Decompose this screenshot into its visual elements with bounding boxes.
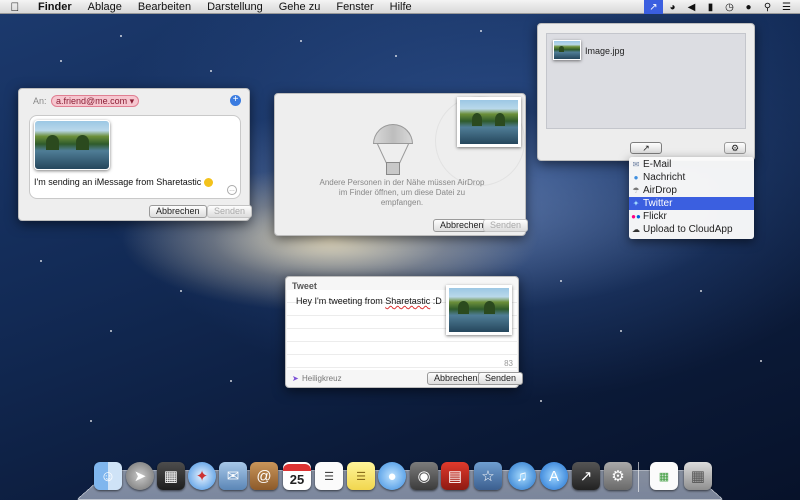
share-menu-item-label: E-Mail bbox=[643, 159, 672, 170]
file-drop-area[interactable]: Image.jpg bbox=[546, 33, 746, 129]
share-menu-item-label: Nachricht bbox=[643, 172, 686, 183]
app-store-dock-icon[interactable]: A bbox=[540, 462, 568, 490]
message-text: I'm sending an iMessage from Sharetastic bbox=[34, 177, 213, 188]
share-file-panel: Image.jpg ↗ ⚙ bbox=[537, 23, 755, 161]
message-field[interactable]: I'm sending an iMessage from Sharetastic… bbox=[29, 115, 241, 199]
flickr-icon: ● ● bbox=[631, 212, 641, 221]
dock-separator bbox=[638, 462, 639, 492]
tweet-misspelled-word: Sharetastic bbox=[385, 296, 431, 306]
send-button[interactable]: Senden bbox=[207, 205, 253, 218]
share-menu-button[interactable]: ↗ bbox=[630, 142, 662, 154]
apple-menu-icon[interactable]:  bbox=[0, 0, 30, 14]
airdrop-instructions: Andere Personen in der Nähe müssen AirDr… bbox=[319, 178, 485, 207]
system-preferences-dock-icon[interactable]: ⚙ bbox=[604, 462, 632, 490]
contacts-dock-icon[interactable]: @ bbox=[250, 462, 278, 490]
send-button[interactable]: Senden bbox=[478, 372, 524, 385]
menu-ablage[interactable]: Ablage bbox=[80, 0, 130, 14]
cancel-button[interactable]: Abbrechen bbox=[433, 219, 491, 232]
airdrop-parachute-icon bbox=[373, 124, 413, 178]
attached-image bbox=[34, 120, 110, 170]
share-menu-item-flickr[interactable]: ● ● Flickr bbox=[629, 210, 754, 223]
wifi-icon[interactable]: ◕ bbox=[663, 0, 682, 14]
file-name: Image.jpg bbox=[585, 46, 625, 56]
share-menu-item-airdrop[interactable]: ☂ AirDrop bbox=[629, 184, 754, 197]
airdrop-icon: ☂ bbox=[632, 186, 640, 195]
tweet-text-end: :D bbox=[430, 296, 442, 306]
recipient-address: a.friend@me.com bbox=[56, 96, 128, 106]
share-menu-item-cloudapp[interactable]: ☁ Upload to CloudApp bbox=[629, 223, 754, 236]
location-arrow-icon[interactable]: ➤ bbox=[292, 374, 299, 383]
preview-dock-icon[interactable]: ▦ bbox=[650, 462, 678, 490]
messages-icon: ● bbox=[633, 173, 639, 182]
facetime-dock-icon[interactable]: ◉ bbox=[410, 462, 438, 490]
gear-icon: ⚙ bbox=[731, 143, 740, 153]
share-menu-item-label: Twitter bbox=[643, 198, 673, 209]
tweet-image-thumbnail bbox=[446, 285, 512, 335]
imessage-panel: An: a.friend@me.com ▾ + I'm sending an i… bbox=[18, 88, 253, 221]
share-menu-item-twitter[interactable]: ✦ Twitter bbox=[629, 197, 754, 210]
reminders-dock-icon[interactable]: ☰ bbox=[315, 462, 343, 490]
photo-booth-dock-icon[interactable]: ▤ bbox=[441, 462, 469, 490]
calendar-dock-icon[interactable]: 25 bbox=[283, 462, 311, 490]
cancel-button[interactable]: Abbrechen bbox=[427, 372, 485, 385]
calendar-day: 25 bbox=[289, 471, 305, 487]
share-icon[interactable]: ↗ bbox=[644, 0, 663, 14]
safari-dock-icon[interactable]: ✦ bbox=[188, 462, 216, 490]
menu-gehe-zu[interactable]: Gehe zu bbox=[271, 0, 329, 14]
mission-control-dock-icon[interactable]: ▦ bbox=[157, 462, 185, 490]
menu-bearbeiten[interactable]: Bearbeiten bbox=[130, 0, 199, 14]
notes-dock-icon[interactable]: ☰ bbox=[347, 462, 375, 490]
tweet-text-start: Hey I'm tweeting from bbox=[296, 296, 386, 306]
send-button[interactable]: Senden bbox=[483, 219, 529, 232]
airdrop-panel: Andere Personen in der Nähe müssen AirDr… bbox=[274, 93, 529, 236]
iphoto-dock-icon[interactable]: ☆ bbox=[474, 462, 502, 490]
airdrop-image-thumbnail bbox=[457, 97, 521, 147]
emoji-icon bbox=[203, 178, 213, 188]
volume-icon[interactable]: ◀ bbox=[682, 0, 701, 14]
trash-dock-icon[interactable]: ▦ bbox=[684, 462, 712, 490]
to-label: An: bbox=[33, 96, 47, 106]
share-menu-item-label: Flickr bbox=[643, 211, 667, 222]
file-thumbnail bbox=[553, 40, 581, 60]
tweet-panel: Tweet Hey I'm tweeting from Sharetastic … bbox=[285, 276, 524, 388]
messages-dock-icon[interactable]: ● bbox=[378, 462, 406, 490]
tweet-location[interactable]: Heiligkreuz bbox=[302, 374, 342, 383]
clock-icon[interactable]: ◷ bbox=[720, 0, 739, 14]
settings-button[interactable]: ⚙ bbox=[724, 142, 746, 154]
notification-center-icon[interactable]: ☰ bbox=[777, 0, 796, 14]
menu-app-name[interactable]: Finder bbox=[30, 0, 80, 14]
cloudapp-icon: ☁ bbox=[632, 225, 640, 234]
share-menu-item-label: AirDrop bbox=[643, 185, 677, 196]
message-body: I'm sending an iMessage from Sharetastic bbox=[34, 177, 202, 187]
cancel-button[interactable]: Abbrechen bbox=[149, 205, 207, 218]
menu-hilfe[interactable]: Hilfe bbox=[382, 0, 420, 14]
finder-dock-icon[interactable]: ☺ bbox=[94, 462, 122, 490]
recipient-pill[interactable]: a.friend@me.com ▾ bbox=[51, 95, 140, 107]
share-menu-item-message[interactable]: ● Nachricht bbox=[629, 171, 754, 184]
itunes-dock-icon[interactable]: ♫ bbox=[508, 462, 536, 490]
tweet-text: Hey I'm tweeting from Sharetastic :D bbox=[296, 296, 442, 306]
share-menu-item-email[interactable]: ✉ E-Mail bbox=[629, 158, 754, 171]
emoji-picker-icon[interactable]: … bbox=[227, 185, 237, 195]
menu-fenster[interactable]: Fenster bbox=[328, 0, 381, 14]
chevron-down-icon: ▾ bbox=[127, 96, 135, 106]
share-icon: ↗ bbox=[642, 143, 650, 153]
tweet-char-count: 83 bbox=[504, 359, 513, 368]
share-menu-item-label: Upload to CloudApp bbox=[643, 224, 733, 235]
sharetastic-dock-icon[interactable]: ↗ bbox=[572, 462, 600, 490]
user-icon[interactable]: ● bbox=[739, 0, 758, 14]
mail-icon: ✉ bbox=[632, 160, 640, 169]
twitter-icon: ✦ bbox=[632, 199, 640, 208]
menu-darstellung[interactable]: Darstellung bbox=[199, 0, 271, 14]
share-menu: ✉ E-Mail ● Nachricht ☂ AirDrop ✦ Twitter… bbox=[629, 157, 754, 239]
add-recipient-icon[interactable]: + bbox=[230, 95, 241, 106]
battery-icon[interactable]: ▮ bbox=[701, 0, 720, 14]
spotlight-icon[interactable]: ⚲ bbox=[758, 0, 777, 14]
mail-dock-icon[interactable]: ✉ bbox=[219, 462, 247, 490]
menubar:  Finder Ablage Bearbeiten Darstellung G… bbox=[0, 0, 800, 14]
launchpad-dock-icon[interactable]: ➤ bbox=[126, 462, 154, 490]
